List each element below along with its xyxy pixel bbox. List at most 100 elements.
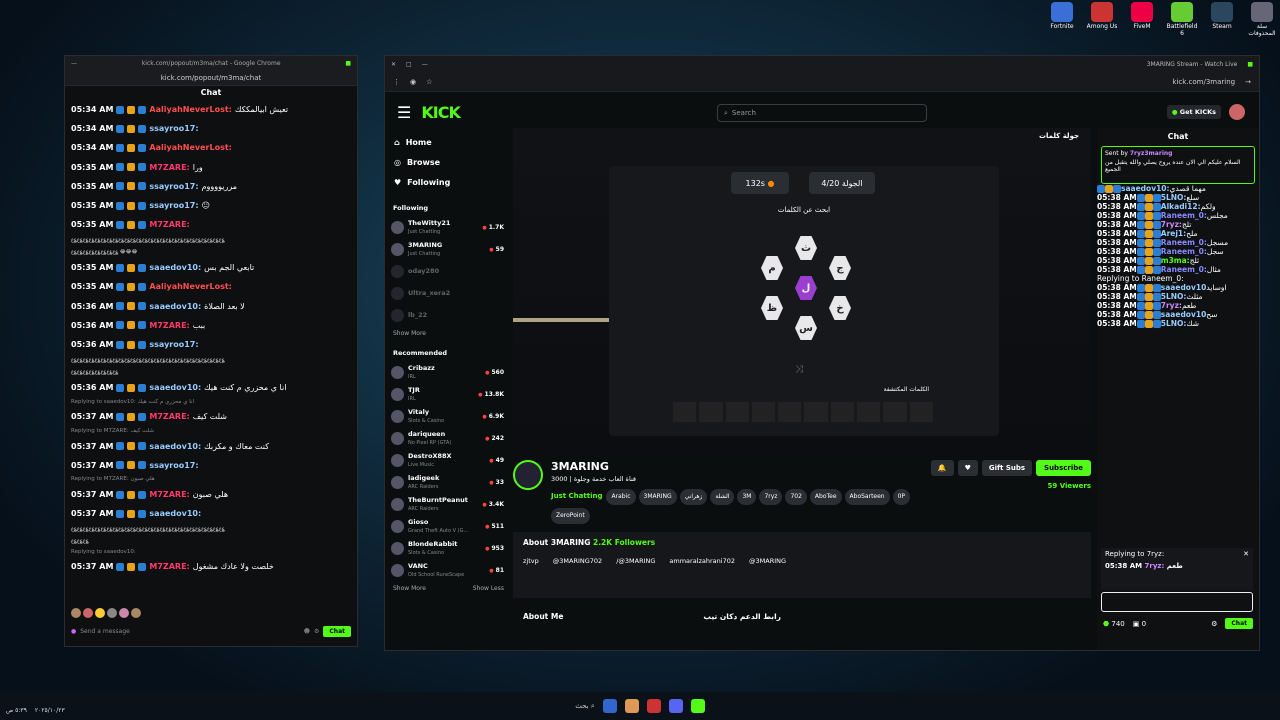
- chat-username[interactable]: saaedov10:: [149, 507, 201, 520]
- main-url[interactable]: kick.com/3maring: [1172, 78, 1235, 86]
- chat-username[interactable]: m3ma:: [1161, 256, 1190, 265]
- stream-tag[interactable]: AboTee: [809, 489, 842, 505]
- chat-username[interactable]: 5LNO:: [1161, 292, 1187, 301]
- mic-icon[interactable]: ●: [71, 628, 76, 635]
- discord-icon[interactable]: [668, 699, 683, 713]
- letter-tile[interactable]: م: [761, 256, 783, 280]
- desktop-icon[interactable]: Among Us: [1084, 2, 1120, 37]
- sidebar-channel[interactable]: DestroX88XLive Music 49: [391, 449, 504, 471]
- social-link[interactable]: @3MARING: [749, 557, 786, 565]
- pinned-user[interactable]: 7ryz3maring: [1130, 150, 1173, 157]
- chat-username[interactable]: AaliyahNeverLost:: [149, 141, 231, 154]
- sidebar-channel[interactable]: TheBurntPeanutARC Raiders 3.4K: [391, 493, 504, 515]
- social-link[interactable]: @3MARING702: [553, 557, 602, 565]
- emoji-icon[interactable]: ☻: [304, 628, 310, 635]
- letter-tile[interactable]: ث: [795, 236, 817, 260]
- gift-subs-button[interactable]: Gift Subs: [981, 460, 1033, 476]
- nav-browse[interactable]: ◎ Browse: [391, 152, 504, 172]
- desktop-icon[interactable]: FiveM: [1124, 2, 1160, 37]
- emote-bar[interactable]: [65, 606, 147, 620]
- get-kicks-button[interactable]: ● Get KICKs: [1166, 105, 1221, 119]
- channel-name[interactable]: 3MARING: [551, 460, 923, 473]
- video-player[interactable]: 132s ● الجولة 4/20 ابحث عن الكلمات ثج ملخ…: [513, 128, 1091, 454]
- show-more-following[interactable]: Show More: [393, 330, 504, 337]
- sidebar-channel[interactable]: TJRIRL 13.8K: [391, 383, 504, 405]
- popup-address-bar[interactable]: kick.com/popout/m3ma/chat: [65, 70, 357, 86]
- search-input[interactable]: ⌕ Search: [717, 104, 927, 122]
- sidebar-channel[interactable]: CribazzIRL 560: [391, 361, 504, 383]
- chat-username[interactable]: ssayroo17:: [149, 122, 198, 135]
- chat-username[interactable]: Raneem_0:: [1161, 238, 1207, 247]
- social-link[interactable]: /@3MARING: [616, 557, 655, 565]
- bell-icon[interactable]: 🔔: [930, 460, 954, 476]
- chat-username[interactable]: 5LNO:: [1161, 319, 1187, 328]
- letter-tile[interactable]: ظ: [761, 296, 783, 320]
- stream-tag[interactable]: 3M: [737, 489, 757, 505]
- settings-icon[interactable]: ⚙: [1211, 620, 1217, 628]
- chat-username[interactable]: M7ZARE:: [149, 161, 189, 174]
- restore-icon[interactable]: □: [406, 61, 412, 68]
- sidebar-channel[interactable]: ladigeekARC Raiders 33: [391, 471, 504, 493]
- forward-icon[interactable]: →: [1245, 78, 1251, 86]
- desktop-icon[interactable]: سلة المحذوفات: [1244, 2, 1280, 37]
- letter-tile[interactable]: س: [795, 316, 817, 340]
- kick-app-icon[interactable]: [690, 699, 705, 713]
- hamburger-icon[interactable]: ☰: [397, 103, 411, 122]
- taskbar-search[interactable]: بحث ⌕: [575, 702, 595, 711]
- chat-username[interactable]: saaedov10:: [149, 300, 201, 313]
- desktop-icon[interactable]: Fortnite: [1044, 2, 1080, 37]
- show-more-link[interactable]: Show More: [393, 585, 426, 592]
- sidebar-channel[interactable]: oday280: [391, 260, 504, 282]
- chat-username[interactable]: Arej1:: [1161, 229, 1186, 238]
- stream-tag[interactable]: الشلة: [710, 489, 735, 505]
- explorer-icon[interactable]: [624, 699, 639, 713]
- subscribe-button[interactable]: Subscribe: [1036, 460, 1091, 476]
- menu-icon[interactable]: ⋮: [393, 78, 400, 86]
- kick-logo[interactable]: KICK: [421, 103, 460, 122]
- stream-tag[interactable]: 7ryz: [759, 489, 783, 505]
- letter-tile[interactable]: ج: [829, 256, 851, 280]
- chat-username[interactable]: 5LNO:: [1161, 193, 1187, 202]
- sidebar-channel[interactable]: lb_22: [391, 304, 504, 326]
- sidebar-channel[interactable]: Ultra_xera2: [391, 282, 504, 304]
- chat-username[interactable]: ssayroo17:: [149, 459, 198, 472]
- stream-tag[interactable]: زهراني: [679, 489, 708, 505]
- chat-username[interactable]: AaliyahNeverLost:: [149, 103, 231, 116]
- settings-icon[interactable]: ⚙: [314, 628, 319, 635]
- chat-username[interactable]: saaedov10:: [149, 261, 201, 274]
- chat-input[interactable]: [1101, 592, 1253, 612]
- chat-username[interactable]: Raneem_0:: [1161, 265, 1207, 274]
- chat-username[interactable]: saaedov10: [1161, 283, 1207, 292]
- stream-tag[interactable]: ZeroPoint: [551, 508, 590, 524]
- nav-home[interactable]: ⌂ Home: [391, 132, 504, 152]
- chat-username[interactable]: saaedov10:: [149, 381, 201, 394]
- show-less-link[interactable]: Show Less: [473, 585, 504, 592]
- browser-tab[interactable]: 3MARING Stream - Watch Live: [1147, 61, 1238, 68]
- social-link[interactable]: zjtvp: [523, 557, 539, 565]
- chat-username[interactable]: 7ryz:: [1161, 220, 1182, 229]
- sidebar-channel[interactable]: TheWitty21Just Chatting 1.7K: [391, 216, 504, 238]
- desktop-icon[interactable]: Steam: [1204, 2, 1240, 37]
- chrome-icon[interactable]: [646, 699, 661, 713]
- chat-username[interactable]: ssayroo17:: [149, 199, 198, 212]
- minimize-icon[interactable]: —: [422, 61, 428, 68]
- sidebar-channel[interactable]: 3MARINGJust Chatting 59: [391, 238, 504, 260]
- desktop-icon[interactable]: Battlefield 6: [1164, 2, 1200, 37]
- chat-username[interactable]: ssayroo17:: [149, 338, 198, 351]
- back-icon[interactable]: ◉: [410, 78, 416, 86]
- chat-username[interactable]: 7ryz:: [1161, 301, 1182, 310]
- stream-tag[interactable]: Arabic: [606, 489, 636, 505]
- start-icon[interactable]: [602, 699, 617, 713]
- chat-username[interactable]: saaedov10:: [149, 440, 201, 453]
- chat-username[interactable]: Alkadi12:: [1161, 202, 1201, 211]
- chat-username[interactable]: Raneem_0:: [1161, 211, 1207, 220]
- minimize-icon[interactable]: —: [71, 60, 77, 67]
- chat-send-button[interactable]: Chat: [1225, 618, 1253, 629]
- chat-username[interactable]: saaedov10:: [1121, 184, 1170, 193]
- chat-username[interactable]: saaedov10: [1161, 310, 1207, 319]
- sidebar-channel[interactable]: dariqueenNo Pixel RP (GTA) 242: [391, 427, 504, 449]
- chat-username[interactable]: AaliyahNeverLost:: [149, 280, 231, 293]
- category-link[interactable]: Just Chatting: [551, 492, 602, 500]
- sidebar-channel[interactable]: GiosoGrand Theft Auto V (G... 511: [391, 515, 504, 537]
- popup-chat-button[interactable]: Chat: [323, 625, 351, 637]
